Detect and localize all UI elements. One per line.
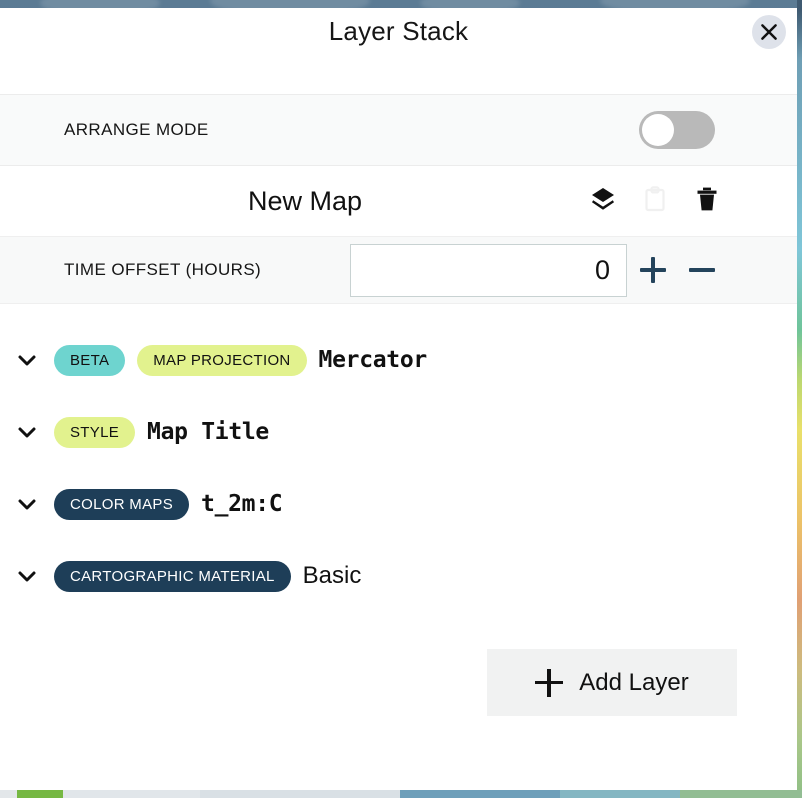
layer-tag-map-projection: MAP PROJECTION (137, 344, 307, 376)
strip-segment (680, 790, 802, 798)
delete-map-button[interactable] (692, 186, 722, 216)
layer-row[interactable]: CARTOGRAPHIC MATERIAL Basic (0, 540, 797, 612)
strip-segment (63, 790, 200, 798)
plus-icon (535, 668, 564, 697)
page-title: Layer Stack (328, 16, 469, 46)
layer-row[interactable]: STYLE Map Title (0, 396, 797, 468)
map-colorbar-sliver (797, 0, 802, 798)
layer-value: t_2m:C (201, 491, 283, 517)
close-icon (759, 22, 779, 42)
layer-tag-cartographic-material: CARTOGRAPHIC MATERIAL (54, 560, 291, 592)
arrange-mode-label: ARRANGE MODE (64, 120, 209, 139)
time-offset-label: TIME OFFSET (HOURS) (64, 260, 262, 279)
toggle-knob (642, 114, 674, 146)
chevron-down-icon[interactable] (12, 417, 42, 447)
time-offset-increment-button[interactable] (640, 257, 666, 283)
layers-icon (589, 185, 617, 218)
trash-delete-icon (693, 185, 721, 218)
time-offset-decrement-button[interactable] (689, 257, 715, 283)
add-layer-area: Add Layer (0, 612, 797, 716)
panel-header: Layer Stack (0, 8, 797, 94)
strip-segment-green (17, 790, 63, 798)
map-name-row: New Map (0, 166, 797, 236)
time-offset-stepper (640, 257, 715, 283)
map-actions (588, 185, 722, 218)
chevron-down-icon[interactable] (12, 345, 42, 375)
bottom-toolbar-strip (0, 790, 802, 798)
strip-segment (0, 790, 17, 798)
time-offset-row: TIME OFFSET (HOURS) (0, 236, 797, 304)
add-layer-button[interactable]: Add Layer (487, 649, 737, 716)
add-layer-label: Add Layer (579, 668, 689, 696)
arrange-mode-row: ARRANGE MODE (0, 94, 797, 166)
layer-list: BETA MAP PROJECTION Mercator STYLE Map T… (0, 304, 797, 612)
strip-segment (200, 790, 400, 798)
layer-stack-panel: Layer Stack ARRANGE MODE New Map TIME OF… (0, 8, 797, 790)
paste-clipboard-button[interactable] (640, 185, 670, 218)
close-button[interactable] (752, 15, 786, 49)
layer-tag-beta: BETA (54, 344, 126, 376)
layer-value: Mercator (318, 347, 428, 373)
layer-row[interactable]: COLOR MAPS t_2m:C (0, 468, 797, 540)
time-offset-input[interactable] (350, 243, 627, 297)
arrange-mode-toggle[interactable] (639, 111, 715, 149)
chevron-down-icon[interactable] (12, 561, 42, 591)
map-name[interactable]: New Map (248, 186, 362, 217)
strip-segment (400, 790, 560, 798)
layer-value: Map Title (147, 419, 269, 445)
layer-value: Basic (302, 562, 362, 589)
layer-row[interactable]: BETA MAP PROJECTION Mercator (0, 324, 797, 396)
strip-segment (560, 790, 680, 798)
clipboard-paste-icon (641, 185, 669, 218)
chevron-down-icon[interactable] (12, 489, 42, 519)
layer-tag-color-maps: COLOR MAPS (54, 488, 190, 520)
layer-tag-style: STYLE (54, 416, 136, 448)
layers-icon-button[interactable] (588, 186, 618, 216)
